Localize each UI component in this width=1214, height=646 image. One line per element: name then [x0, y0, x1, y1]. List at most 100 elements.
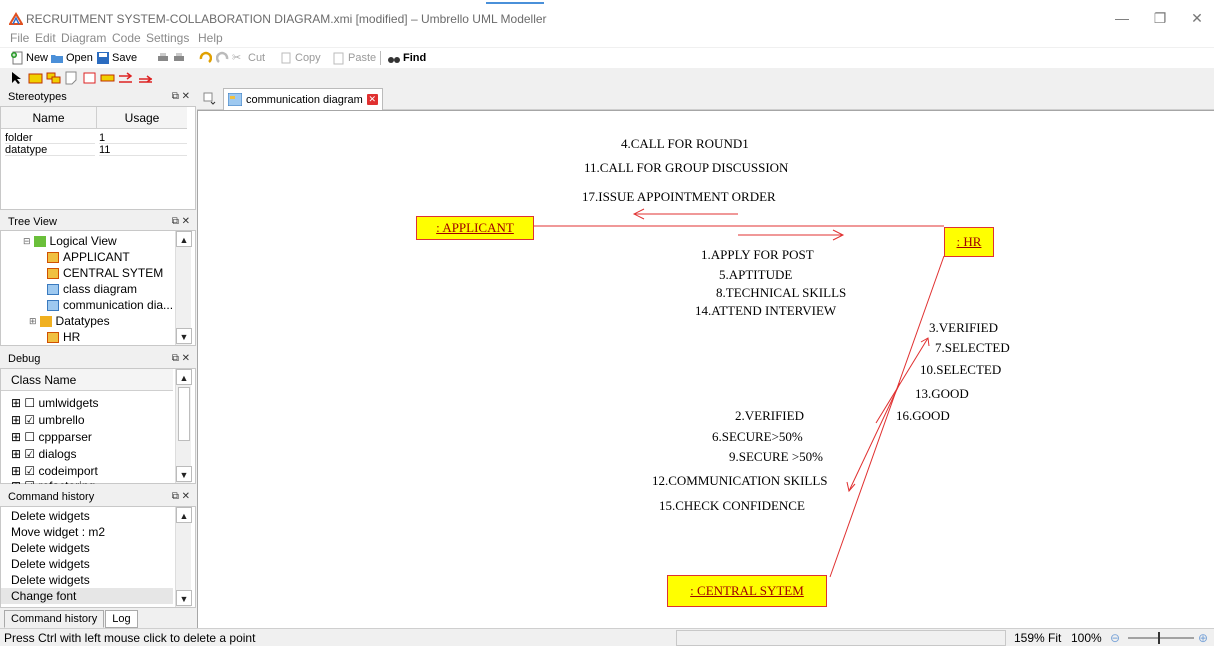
panel-float-close-icon[interactable]: ⧉ ✕: [172, 88, 190, 106]
stereotype-name-cell[interactable]: folder: [5, 132, 95, 144]
tree-item-applicant[interactable]: APPLICANT: [47, 249, 130, 265]
scroll-down-icon[interactable]: ▼: [176, 590, 192, 606]
menu-code[interactable]: Code: [112, 31, 141, 45]
message-label[interactable]: 16.GOOD: [896, 408, 950, 424]
menu-settings[interactable]: Settings: [146, 31, 189, 45]
zoom-in-icon[interactable]: ⊕: [1198, 631, 1208, 645]
menu-help[interactable]: Help: [198, 31, 223, 45]
close-tab-icon[interactable]: ✕: [366, 94, 378, 105]
debug-scrollbar[interactable]: ▲ ▼: [175, 369, 192, 483]
command-history-item[interactable]: Delete widgets: [11, 572, 90, 588]
save-button[interactable]: Save: [96, 50, 137, 66]
paste-button[interactable]: Paste: [332, 50, 376, 66]
object-tool-icon[interactable]: [28, 71, 43, 85]
print-preview-icon[interactable]: [172, 51, 186, 65]
message-label[interactable]: 11.CALL FOR GROUP DISCUSSION: [584, 160, 788, 176]
checkbox-checked-icon[interactable]: ☑: [24, 479, 35, 484]
scroll-thumb[interactable]: [178, 387, 190, 441]
tab-communication-diagram[interactable]: communication diagram ✕: [223, 88, 383, 110]
message-label[interactable]: 17.ISSUE APPOINTMENT ORDER: [582, 189, 776, 205]
tree-item-central-sytem[interactable]: CENTRAL SYTEM: [47, 265, 163, 281]
zoom-100-button[interactable]: 100%: [1071, 631, 1102, 645]
tab-command-history[interactable]: Command history: [4, 610, 105, 628]
tree-item-logical-view[interactable]: ⊟ Logical View: [23, 233, 117, 249]
message-label[interactable]: 8.TECHNICAL SKILLS: [716, 285, 846, 301]
message-label[interactable]: 15.CHECK CONFIDENCE: [659, 498, 805, 514]
tree-scrollbar[interactable]: ▲ ▼: [175, 231, 192, 345]
debug-item-umlwidgets[interactable]: ⊞ ☐ umlwidgets: [11, 395, 99, 411]
message-label[interactable]: 2.VERIFIED: [735, 408, 804, 424]
message-label[interactable]: 6.SECURE>50%: [712, 429, 803, 445]
close-button[interactable]: ✕: [1185, 10, 1209, 26]
message-label[interactable]: 1.APPLY FOR POST: [701, 247, 814, 263]
select-arrow-icon[interactable]: [10, 71, 25, 85]
scroll-down-icon[interactable]: ▼: [176, 328, 192, 344]
message-label[interactable]: 9.SECURE >50%: [729, 449, 823, 465]
tree-item-hr[interactable]: HR: [47, 329, 80, 345]
command-history-scrollbar[interactable]: ▲ ▼: [175, 507, 192, 607]
object-central-sytem[interactable]: : CENTRAL SYTEM: [667, 575, 827, 607]
checkbox-checked-icon[interactable]: ☑: [24, 413, 35, 427]
checkbox-checked-icon[interactable]: ☑: [24, 464, 35, 478]
message-label[interactable]: 7.SELECTED: [935, 340, 1010, 356]
diagram-canvas[interactable]: : APPLICANT : HR : CENTRAL SYTEM 4.CALL …: [197, 110, 1214, 628]
command-history-item[interactable]: Delete widgets: [11, 556, 90, 572]
stereotype-usage-cell[interactable]: 1: [99, 132, 187, 144]
cut-button[interactable]: ✂ Cut: [232, 50, 265, 66]
command-history-item[interactable]: Move widget : m2: [11, 524, 105, 540]
scroll-down-icon[interactable]: ▼: [176, 466, 192, 482]
message-label[interactable]: 10.SELECTED: [920, 362, 1001, 378]
undo-icon[interactable]: [198, 51, 212, 65]
zoom-slider[interactable]: [1128, 631, 1194, 645]
tree-item-datatypes[interactable]: ⊞ Datatypes: [29, 313, 110, 329]
object-hr[interactable]: : HR: [944, 227, 994, 257]
redo-icon[interactable]: [216, 51, 230, 65]
open-button[interactable]: Open: [50, 50, 93, 66]
menu-diagram[interactable]: Diagram: [61, 31, 106, 45]
message-tool-icon[interactable]: [118, 71, 133, 85]
menu-edit[interactable]: Edit: [35, 31, 56, 45]
expand-icon[interactable]: ⊞: [29, 313, 37, 329]
message-label[interactable]: 3.VERIFIED: [929, 320, 998, 336]
copy-button[interactable]: Copy: [279, 50, 321, 66]
restore-button[interactable]: ❐: [1148, 10, 1172, 26]
message-label[interactable]: 12.COMMUNICATION SKILLS: [652, 473, 828, 489]
command-history-item[interactable]: Delete widgets: [11, 508, 90, 524]
minimize-button[interactable]: —: [1110, 10, 1134, 26]
column-header-usage[interactable]: Usage: [97, 107, 187, 129]
tree-item-class-diagram[interactable]: class diagram: [47, 281, 137, 297]
scroll-up-icon[interactable]: ▲: [176, 369, 192, 385]
scroll-up-icon[interactable]: ▲: [176, 507, 192, 523]
message-label[interactable]: 4.CALL FOR ROUND1: [621, 136, 749, 152]
panel-float-close-icon[interactable]: ⧉ ✕: [172, 350, 190, 368]
box-tool-icon[interactable]: [82, 71, 97, 85]
command-history-item[interactable]: Delete widgets: [11, 540, 90, 556]
print-icon[interactable]: [156, 51, 170, 65]
actor-tool-icon[interactable]: [46, 71, 61, 85]
find-button[interactable]: Find: [387, 50, 426, 66]
message-label[interactable]: 13.GOOD: [915, 386, 969, 402]
message-label[interactable]: 5.APTITUDE: [719, 267, 792, 283]
checkbox-checked-icon[interactable]: ☑: [24, 447, 35, 461]
debug-item-umbrello[interactable]: ⊞ ☑ umbrello: [11, 412, 85, 428]
panel-float-close-icon[interactable]: ⧉ ✕: [172, 488, 190, 506]
menu-file[interactable]: File: [10, 31, 29, 45]
object-applicant[interactable]: : APPLICANT: [416, 216, 534, 240]
debug-item-codeimport[interactable]: ⊞ ☑ codeimport: [11, 463, 98, 479]
collapse-icon[interactable]: ⊟: [23, 233, 31, 249]
debug-item-dialogs[interactable]: ⊞ ☑ dialogs: [11, 446, 77, 462]
class-name-header[interactable]: Class Name: [1, 369, 173, 391]
message-label[interactable]: 14.ATTEND INTERVIEW: [695, 303, 836, 319]
tree-item-communication-diagram[interactable]: communication dia...: [47, 297, 173, 313]
debug-item-refactoring[interactable]: ⊞ ☑ refactoring: [11, 478, 95, 484]
fit-button[interactable]: Fit: [1048, 631, 1061, 645]
stereotype-usage-cell[interactable]: 11: [99, 144, 187, 156]
debug-item-cppparser[interactable]: ⊞ ☐ cppparser: [11, 429, 92, 445]
text-tool-icon[interactable]: [100, 71, 115, 85]
panel-float-close-icon[interactable]: ⧉ ✕: [172, 213, 190, 231]
checkbox-icon[interactable]: ☐: [24, 396, 35, 410]
link-tool-icon[interactable]: [138, 71, 153, 85]
stereotype-name-cell[interactable]: datatype: [5, 144, 95, 156]
column-header-name[interactable]: Name: [1, 107, 97, 129]
checkbox-icon[interactable]: ☐: [24, 430, 35, 444]
